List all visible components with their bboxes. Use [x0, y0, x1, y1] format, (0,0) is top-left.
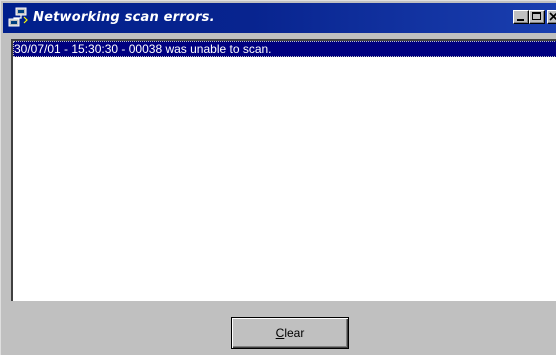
- window-title: Networking scan errors.: [33, 10, 215, 25]
- app-window: Networking scan errors. 30/07/01 - 15:30…: [0, 0, 556, 355]
- close-button[interactable]: [547, 10, 556, 24]
- error-list[interactable]: 30/07/01 - 15:30:30 - 00038 was unable t…: [11, 39, 556, 301]
- maximize-button[interactable]: [529, 10, 545, 24]
- maximize-icon: [532, 12, 541, 20]
- clear-button[interactable]: Clear: [231, 317, 349, 349]
- button-panel: Clear: [3, 303, 556, 355]
- title-bar[interactable]: Networking scan errors.: [3, 3, 556, 33]
- minimize-icon: [517, 19, 524, 21]
- close-icon: [549, 12, 556, 21]
- network-icon: [8, 7, 28, 27]
- clear-button-accel: C: [275, 326, 285, 340]
- clear-button-label: lear: [284, 326, 305, 340]
- minimize-button[interactable]: [513, 10, 529, 24]
- list-item[interactable]: 30/07/01 - 15:30:30 - 00038 was unable t…: [13, 41, 556, 57]
